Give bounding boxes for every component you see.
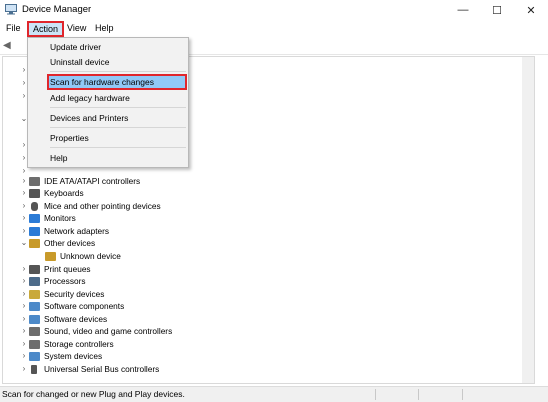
tree-row[interactable]: › IDE ATA/ATAPI controllers [19,175,141,187]
other-devices-icon [29,238,40,248]
mouse-icon [31,201,38,211]
security-device-icon [29,289,40,299]
chevron-right-icon[interactable]: › [19,200,29,212]
tree-row[interactable]: › System devices [19,350,102,362]
maximize-button[interactable]: ☐ [480,0,514,20]
tree-row[interactable]: › Monitors [19,212,76,224]
chevron-right-icon[interactable]: › [19,263,29,275]
tree-row[interactable]: › Storage controllers [19,338,114,350]
tree-row[interactable]: Unknown device [45,250,121,262]
tree-row-label: Storage controllers [44,339,114,349]
status-bar: Scan for changed or new Plug and Play de… [0,386,548,402]
chevron-right-icon[interactable]: › [19,313,29,325]
monitor-icon [29,213,40,223]
tree-row[interactable]: › Processors [19,275,86,287]
software-device-icon [29,314,40,324]
tree-row-label: Unknown device [60,251,121,261]
tree-row-label: Universal Serial Bus controllers [44,364,160,374]
back-arrow-icon[interactable]: ◀ [3,40,15,51]
tree-row[interactable]: › Software devices [19,313,108,325]
tree-row[interactable]: ⌄ Other devices [19,237,96,249]
tree-row[interactable]: › Software components [19,300,125,312]
tree-row-label: Security devices [44,289,105,299]
network-adapter-icon [29,226,40,236]
menu-item-uninstall-device[interactable]: Uninstall device [50,55,110,69]
software-component-icon [29,301,40,311]
chevron-right-icon[interactable]: › [19,212,29,224]
chevron-right-icon[interactable]: › [19,275,29,287]
menu-separator [50,127,186,128]
tree-row-label: System devices [44,351,103,361]
tree-row-label: Print queues [44,264,91,274]
status-text: Scan for changed or new Plug and Play de… [2,389,185,399]
unknown-device-icon [45,251,56,261]
menu-action[interactable]: Action [27,21,65,37]
tree-row[interactable]: › Mice and other pointing devices [19,200,161,212]
status-divider [375,389,376,400]
processor-icon [29,276,40,286]
title-bar: Device Manager — ☐ ✕ [0,0,548,20]
chevron-right-icon[interactable]: › [19,363,29,375]
tree-row[interactable]: › Network adapters [19,225,109,237]
menu-file[interactable]: File [2,22,25,36]
window-title: Device Manager [22,4,92,15]
tree-row-label: Keyboards [44,188,84,198]
tree-row-label: Sound, video and game controllers [44,326,173,336]
tree-row[interactable]: › Sound, video and game controllers [19,325,173,337]
vertical-scrollbar[interactable] [522,57,534,383]
tree-row-label: Mice and other pointing devices [44,201,161,211]
menu-item-update-driver[interactable]: Update driver [50,40,101,54]
chevron-right-icon[interactable]: › [19,187,29,199]
chevron-right-icon[interactable]: › [19,350,29,362]
ide-controller-icon [29,176,40,186]
tree-row[interactable]: › Universal Serial Bus controllers [19,363,160,375]
menu-help[interactable]: Help [91,22,118,36]
keyboard-icon [29,188,40,198]
tree-row-label: Software devices [44,314,108,324]
menu-item-properties[interactable]: Properties [50,131,89,145]
menu-separator [50,107,186,108]
tree-row[interactable]: › Keyboards [19,187,84,199]
tree-row-label: Network adapters [44,226,110,236]
chevron-right-icon[interactable]: › [19,175,29,187]
sound-icon [29,326,40,336]
menu-item-devices-and-printers[interactable]: Devices and Printers [50,111,128,125]
action-dropdown-menu: Update driver Uninstall device Scan for … [27,37,189,168]
usb-icon [31,364,37,374]
menu-view[interactable]: View [63,22,90,36]
menu-separator [50,71,186,72]
chevron-right-icon[interactable]: › [19,338,29,350]
tree-row-label: Processors [44,276,86,286]
menu-item-scan-hardware-changes[interactable]: Scan for hardware changes [50,75,154,89]
menu-item-add-legacy-hardware[interactable]: Add legacy hardware [50,91,130,105]
chevron-down-icon[interactable]: ⌄ [19,237,29,249]
close-button[interactable]: ✕ [514,0,548,20]
menu-bar: File Action View Help [0,20,548,37]
tree-row-label: IDE ATA/ATAPI controllers [44,176,141,186]
chevron-right-icon[interactable]: › [19,325,29,337]
chevron-right-icon[interactable]: › [19,300,29,312]
chevron-right-icon[interactable]: › [19,225,29,237]
tree-row-label: Monitors [44,213,76,223]
device-manager-app-icon [5,4,17,15]
menu-item-help[interactable]: Help [50,151,67,165]
printer-icon [29,264,40,274]
system-device-icon [29,351,40,361]
tree-row[interactable]: › Print queues [19,263,91,275]
status-divider [462,389,463,400]
tree-row-label: Software components [44,301,125,311]
status-divider [418,389,419,400]
tree-row[interactable]: › Security devices [19,288,105,300]
minimize-button[interactable]: — [446,0,480,20]
menu-separator [50,147,186,148]
storage-icon [29,339,40,349]
tree-row-label: Other devices [44,238,96,248]
chevron-right-icon[interactable]: › [19,288,29,300]
